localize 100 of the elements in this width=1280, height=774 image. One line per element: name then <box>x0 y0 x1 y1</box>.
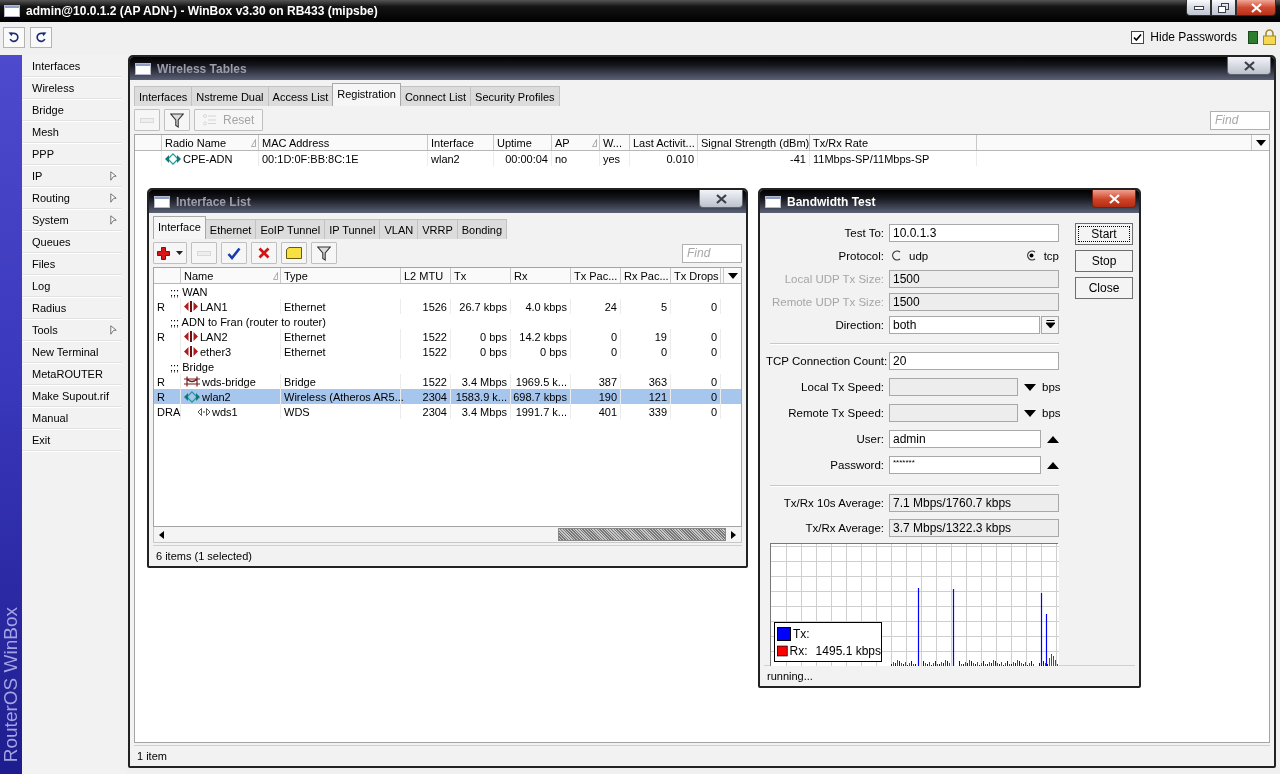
menu-item[interactable]: Radius <box>22 297 122 319</box>
menu-item[interactable]: Exit <box>22 429 122 451</box>
menu-item[interactable]: Log <box>22 275 122 297</box>
enable-button[interactable] <box>221 242 247 264</box>
radio-label[interactable]: tcp <box>1043 249 1059 262</box>
tab[interactable]: Bonding <box>456 219 508 239</box>
caret-down-icon[interactable] <box>1255 139 1266 146</box>
column-header[interactable]: Rx Pac... <box>621 268 671 283</box>
close-button[interactable] <box>1227 57 1271 75</box>
table-row[interactable]: R LAN1 Ethernet 1526 26.7 kbps 4.0 kbps 24 5 0 <box>154 299 741 314</box>
undo-button[interactable] <box>3 26 25 48</box>
tab[interactable]: Access List <box>267 86 334 106</box>
tab[interactable]: Interfaces <box>134 86 193 106</box>
table-row[interactable]: DRA wds1 WDS 2304 3.4 Mbps 1991.7 k... 401 339 0 <box>154 404 741 419</box>
menu-item[interactable]: Tools <box>22 319 122 341</box>
scroll-thumb[interactable] <box>558 528 726 541</box>
table-row[interactable]: R LAN2 Ethernet 1522 0 bps 14.2 kbps 0 19 0 <box>154 329 741 344</box>
column-header[interactable]: Last Activit... <box>630 135 698 150</box>
caret-down-icon[interactable] <box>727 272 738 279</box>
menu-item[interactable]: Manual <box>22 407 122 429</box>
tab[interactable]: Registration <box>332 83 401 106</box>
minimize-button[interactable] <box>1186 0 1211 16</box>
speed-field[interactable] <box>889 378 1018 396</box>
menu-item[interactable]: New Terminal <box>22 341 122 363</box>
scroll-left-icon[interactable] <box>159 530 164 539</box>
checkbox-label[interactable]: Hide Passwords <box>1150 30 1237 44</box>
column-header[interactable]: Uptime <box>494 135 552 150</box>
tab[interactable]: Nstreme Dual <box>191 86 269 106</box>
close-button[interactable] <box>1236 0 1276 16</box>
menu-item[interactable]: Interfaces <box>22 55 122 77</box>
find-field[interactable]: Find <box>1210 110 1270 130</box>
menu-item[interactable]: System <box>22 209 122 231</box>
menu-item[interactable]: MetaROUTER <box>22 363 122 385</box>
password-field[interactable]: ******* <box>889 456 1041 474</box>
menu-item[interactable]: Queues <box>22 231 122 253</box>
column-header[interactable]: Radio Name <box>162 135 259 150</box>
column-header[interactable]: AP <box>552 135 600 150</box>
tab[interactable]: Connect List <box>399 86 472 106</box>
menu-item[interactable]: PPP <box>22 143 122 165</box>
close-button[interactable] <box>699 190 743 208</box>
dialog-button[interactable]: Start <box>1075 223 1133 245</box>
column-header[interactable]: Signal Strength (dBm) <box>698 135 810 150</box>
filter-button[interactable] <box>311 242 337 264</box>
input-field[interactable]: admin <box>889 430 1041 448</box>
filter-button[interactable] <box>164 109 190 131</box>
close-button[interactable] <box>1092 190 1136 208</box>
menu-item[interactable]: IP <box>22 165 122 187</box>
column-header[interactable]: Rx <box>511 268 571 283</box>
tab[interactable]: VRRP <box>417 219 458 239</box>
horizontal-scrollbar[interactable] <box>153 527 742 543</box>
column-header[interactable]: Tx Pac... <box>571 268 621 283</box>
menu-item[interactable]: Files <box>22 253 122 275</box>
column-header[interactable]: Type <box>281 268 401 283</box>
input-field[interactable]: 20 <box>889 352 1059 370</box>
tab[interactable]: Ethernet <box>204 219 257 239</box>
add-button[interactable] <box>153 242 187 264</box>
menu-item[interactable]: Bridge <box>22 99 122 121</box>
scroll-right-icon[interactable] <box>731 530 736 539</box>
dropdown-button[interactable] <box>1041 315 1059 334</box>
find-field[interactable]: Find <box>682 243 742 263</box>
table-row[interactable]: R wlan2 Wireless (Atheros AR5... 2304 1583.9 k... 698.7 kbps 190 121 0 <box>154 389 741 404</box>
table-row[interactable]: ;;; Bridge <box>154 359 741 374</box>
column-header[interactable]: Tx Drops <box>671 268 721 283</box>
column-header[interactable]: Interface <box>428 135 494 150</box>
dropdown-field[interactable]: both <box>889 315 1040 334</box>
column-header[interactable]: Name <box>181 268 281 283</box>
column-header[interactable]: MAC Address <box>259 135 428 150</box>
comment-button[interactable] <box>281 242 307 264</box>
column-header[interactable]: W... <box>600 135 630 150</box>
caret-down-icon[interactable] <box>1024 383 1036 391</box>
menu-item[interactable]: Mesh <box>22 121 122 143</box>
table-row[interactable]: ether3 Ethernet 1522 0 bps 0 bps 0 0 0 <box>154 344 741 359</box>
restore-button[interactable] <box>1211 0 1236 16</box>
radio-label[interactable]: udp <box>909 249 929 262</box>
column-header[interactable]: Tx <box>451 268 511 283</box>
column-header[interactable]: Tx/Rx Rate <box>810 135 977 150</box>
menu-item[interactable]: Routing <box>22 187 122 209</box>
tab[interactable]: VLAN <box>379 219 419 239</box>
checkbox[interactable] <box>1131 30 1145 44</box>
tab[interactable]: Security Profiles <box>470 86 560 106</box>
table-row[interactable]: ;;; WAN <box>154 284 741 299</box>
menu-item[interactable]: Wireless <box>22 77 122 99</box>
radio-button[interactable] <box>1025 250 1037 261</box>
tab[interactable]: EoIP Tunnel <box>255 219 326 239</box>
speed-field[interactable] <box>889 404 1018 422</box>
column-header[interactable]: L2 MTU <box>401 268 451 283</box>
table-row[interactable]: ;;; ADN to Fran (router to router) <box>154 314 741 329</box>
caret-up-icon[interactable] <box>1047 435 1059 443</box>
menu-item[interactable]: Make Supout.rif <box>22 385 122 407</box>
tab[interactable]: Interface <box>153 216 206 239</box>
disable-button[interactable] <box>251 242 277 264</box>
dialog-button[interactable]: Close <box>1075 277 1133 299</box>
table-row[interactable]: CPE-ADN 00:1D:0F:BB:8C:1E wlan2 00:00:04 no yes 0.010 -41 11Mbps-SP/11Mbps-SP <box>135 151 1269 166</box>
dialog-button[interactable]: Stop <box>1075 250 1133 272</box>
input-field[interactable]: 10.0.1.3 <box>889 223 1059 242</box>
radio-button[interactable] <box>891 250 902 261</box>
redo-button[interactable] <box>30 26 52 48</box>
caret-down-icon[interactable] <box>1024 409 1036 417</box>
tab[interactable]: IP Tunnel <box>324 219 381 239</box>
caret-up-icon[interactable] <box>1047 461 1059 469</box>
